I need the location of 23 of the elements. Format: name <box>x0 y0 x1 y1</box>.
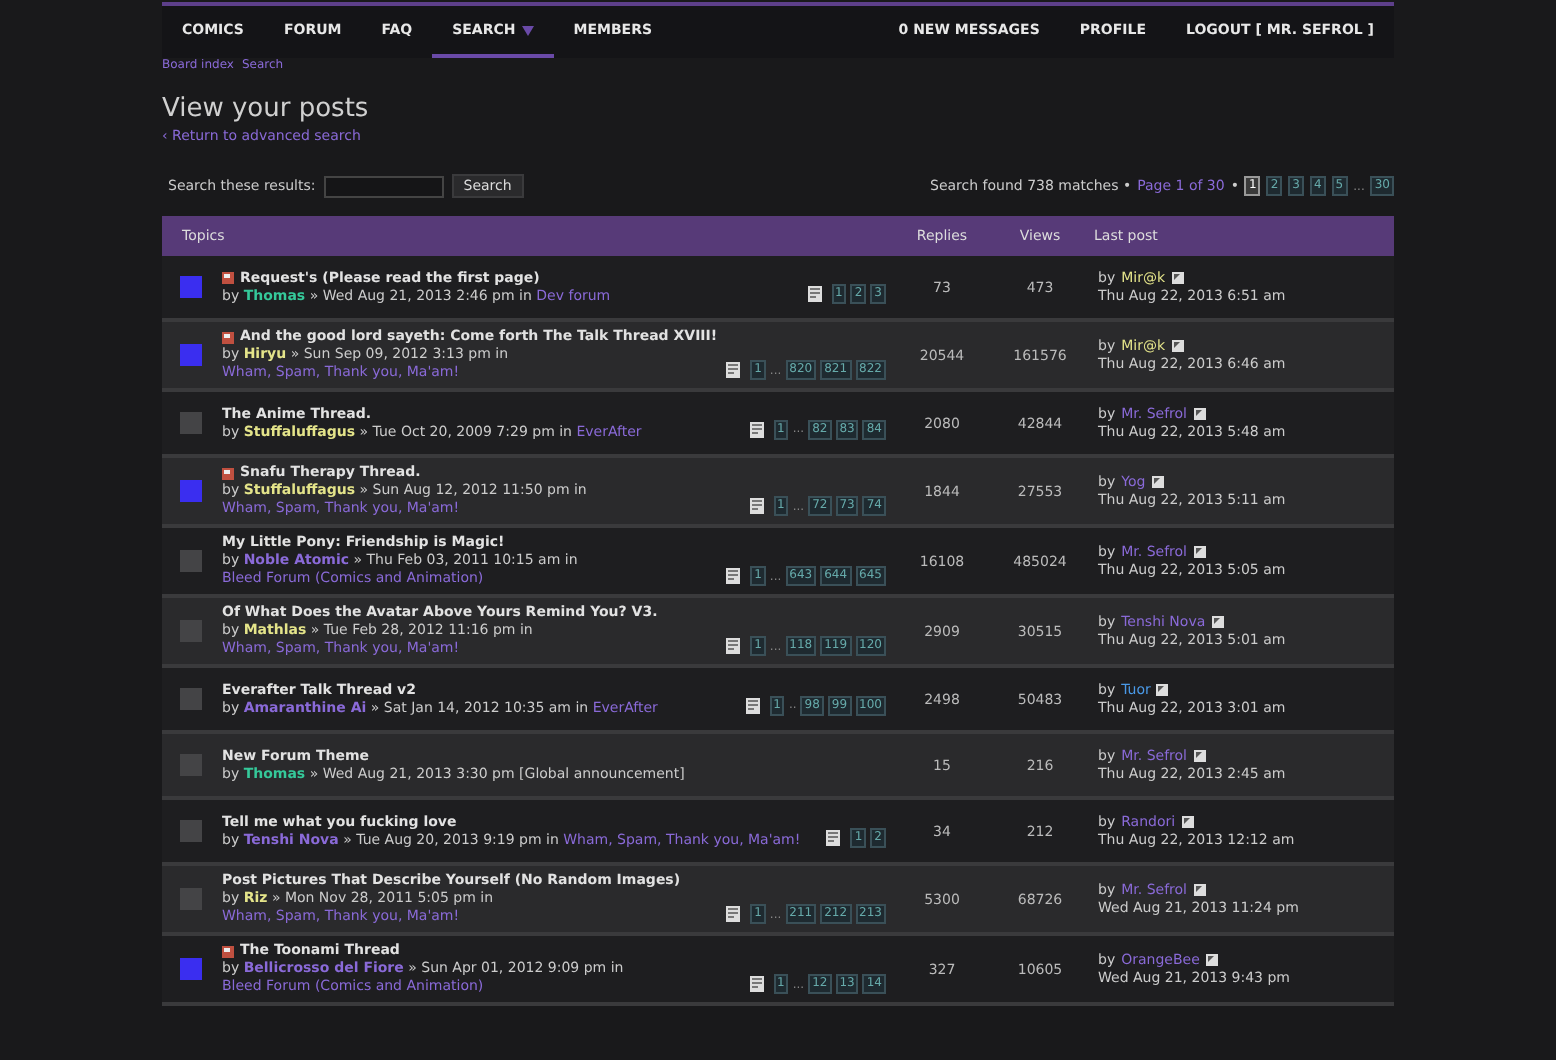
post-icon[interactable] <box>1211 616 1224 628</box>
post-icon[interactable] <box>1151 476 1164 488</box>
page-title: View your posts <box>162 94 371 124</box>
pages-icon <box>745 697 762 713</box>
post-icon[interactable] <box>1193 408 1205 420</box>
post-icon[interactable] <box>1171 340 1184 352</box>
post-icon[interactable] <box>1205 954 1218 966</box>
pages-icon <box>807 285 824 301</box>
post-icon[interactable] <box>1181 816 1194 828</box>
search-field[interactable] <box>323 175 444 197</box>
pages-icon <box>726 906 743 922</box>
pages-icon <box>749 498 766 514</box>
pages-icon <box>726 362 743 378</box>
post-icon[interactable] <box>1156 684 1169 696</box>
post-icon[interactable] <box>1171 272 1184 284</box>
pages-icon <box>749 421 766 437</box>
post-icon[interactable] <box>1193 750 1205 762</box>
post-icon[interactable] <box>1193 884 1205 896</box>
post-icon[interactable] <box>1193 546 1205 558</box>
pages-icon <box>726 568 743 584</box>
pages-icon <box>726 638 743 654</box>
pages-icon <box>749 976 766 992</box>
pages-icon <box>826 829 843 845</box>
